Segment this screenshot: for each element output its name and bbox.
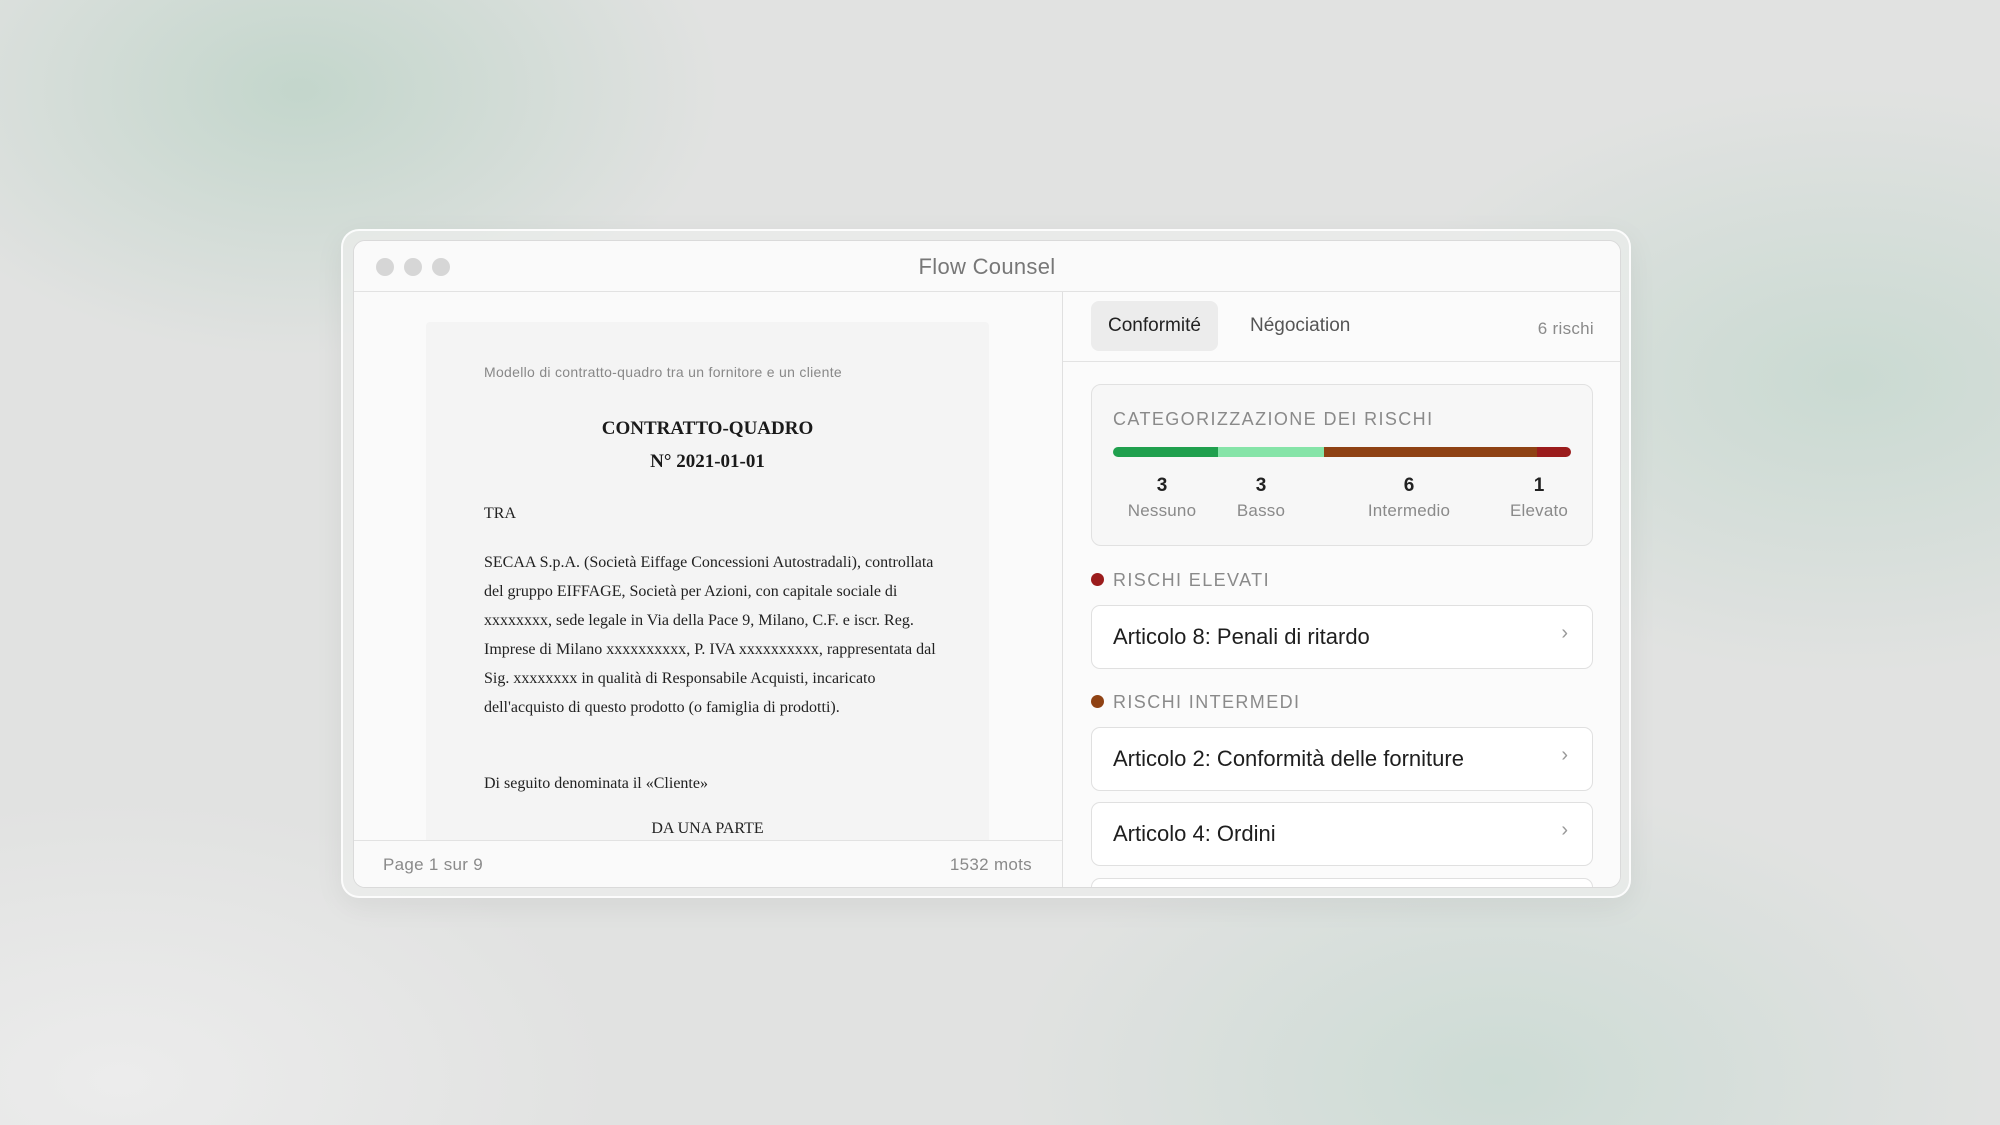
- tab-conformite[interactable]: Conformité: [1091, 301, 1218, 351]
- tabs-bar: Conformité Négociation 6 rischi: [1063, 292, 1620, 362]
- risk-bar-segment-intermediate: [1323, 447, 1537, 457]
- risk-item-label: Articolo 4: Ordini: [1113, 821, 1276, 846]
- risk-item[interactable]: Articolo 2: Conformità delle forniture ›: [1091, 727, 1593, 791]
- chevron-right-icon: ›: [1561, 819, 1568, 841]
- document-center-text: DA UNA PARTE: [651, 820, 764, 837]
- section-header-high-risks: RISCHI ELEVATI: [1091, 570, 1270, 591]
- risk-count: 6 rischi: [1537, 319, 1594, 338]
- section-header-intermediate-risks: RISCHI INTERMEDI: [1091, 692, 1300, 713]
- risk-stat-label: Elevato: [1509, 501, 1569, 520]
- document-tra: TRA: [484, 505, 516, 522]
- document-title-line-1: CONTRATTO-QUADRO: [601, 418, 814, 439]
- risk-stat-count: 1: [1533, 475, 1545, 496]
- word-count: 1532 mots: [949, 855, 1032, 874]
- risk-bar-segment-high: [1536, 447, 1571, 457]
- page-indicator: Page 1 sur 9: [383, 855, 483, 874]
- document-page[interactable]: Modello di contratto-quadro tra un forni…: [426, 322, 989, 882]
- document-caption: Modello di contratto-quadro tra un forni…: [484, 364, 842, 380]
- document-title-line-2: N° 2021-01-01: [650, 451, 765, 472]
- risk-item-label: Articolo 8: Penali di ritardo: [1113, 624, 1370, 649]
- document-pane[interactable]: Modello di contratto-quadro tra un forni…: [354, 292, 1063, 887]
- chevron-right-icon: ›: [1561, 622, 1568, 644]
- risk-stat-label: Nessuno: [1127, 501, 1197, 520]
- risk-item-label: Articolo 2: Conformità delle forniture: [1113, 746, 1464, 771]
- risk-stat-count: 6: [1403, 475, 1415, 496]
- risk-stat-high: 1 Elevato: [1510, 474, 1568, 524]
- risk-stat-none: 3 Nessuno: [1128, 474, 1197, 524]
- risk-item[interactable]: [1091, 878, 1593, 887]
- document-paragraph: Di seguito denominata il «Cliente»: [484, 775, 708, 792]
- document-footer: Page 1 sur 9 1532 mots: [354, 840, 1062, 887]
- risk-item[interactable]: Articolo 4: Ordini ›: [1091, 802, 1593, 866]
- section-title: RISCHI INTERMEDI: [1113, 692, 1301, 712]
- risk-bar-segment-none: [1113, 447, 1219, 457]
- risk-distribution-bar: [1113, 447, 1571, 457]
- risk-stat-label: Basso: [1236, 501, 1286, 520]
- title-bar: Flow Counsel: [354, 241, 1620, 292]
- risk-categorization-card: CATEGORIZZAZIONE DEI RISCHI 3 Nessuno 3 …: [1091, 384, 1593, 546]
- risk-panel: Conformité Négociation 6 rischi CATEGORI…: [1063, 292, 1620, 887]
- chevron-right-icon: ›: [1561, 744, 1568, 766]
- app-window: Flow Counsel Modello di contratto-quadro…: [353, 240, 1621, 888]
- risk-bar-segment-low: [1218, 447, 1324, 457]
- section-title: RISCHI ELEVATI: [1113, 570, 1270, 590]
- risk-item[interactable]: Articolo 8: Penali di ritardo ›: [1091, 605, 1593, 669]
- risk-stat-count: 3: [1255, 475, 1267, 496]
- intermediate-risk-dot-icon: [1091, 695, 1104, 708]
- risk-stat-low: 3 Basso: [1237, 474, 1285, 524]
- tab-negociation[interactable]: Négociation: [1233, 301, 1367, 351]
- risk-stat-label: Intermedio: [1367, 501, 1451, 520]
- categorization-title: CATEGORIZZAZIONE DEI RISCHI: [1113, 409, 1434, 429]
- risk-stat-count: 3: [1156, 475, 1168, 496]
- document-paragraph: SECAA S.p.A. (Società Eiffage Concession…: [484, 554, 936, 716]
- document-title: CONTRATTO-QUADRO N° 2021-01-01: [426, 412, 989, 478]
- risk-stat-intermediate: 6 Intermedio: [1368, 474, 1450, 524]
- high-risk-dot-icon: [1091, 573, 1104, 586]
- window-title: Flow Counsel: [918, 254, 1056, 279]
